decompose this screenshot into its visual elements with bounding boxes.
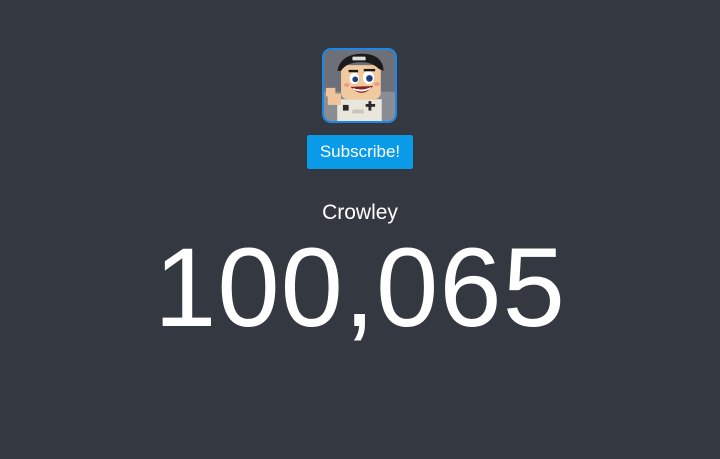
subscriber-counter-page: Subscribe! Crowley 100,065 [0,0,720,459]
channel-name: Crowley [322,201,398,224]
subscribe-button[interactable]: Subscribe! [307,135,413,169]
channel-avatar[interactable] [322,48,397,123]
minecraft-avatar-icon [324,50,395,121]
subscriber-count: 100,065 [154,225,566,350]
